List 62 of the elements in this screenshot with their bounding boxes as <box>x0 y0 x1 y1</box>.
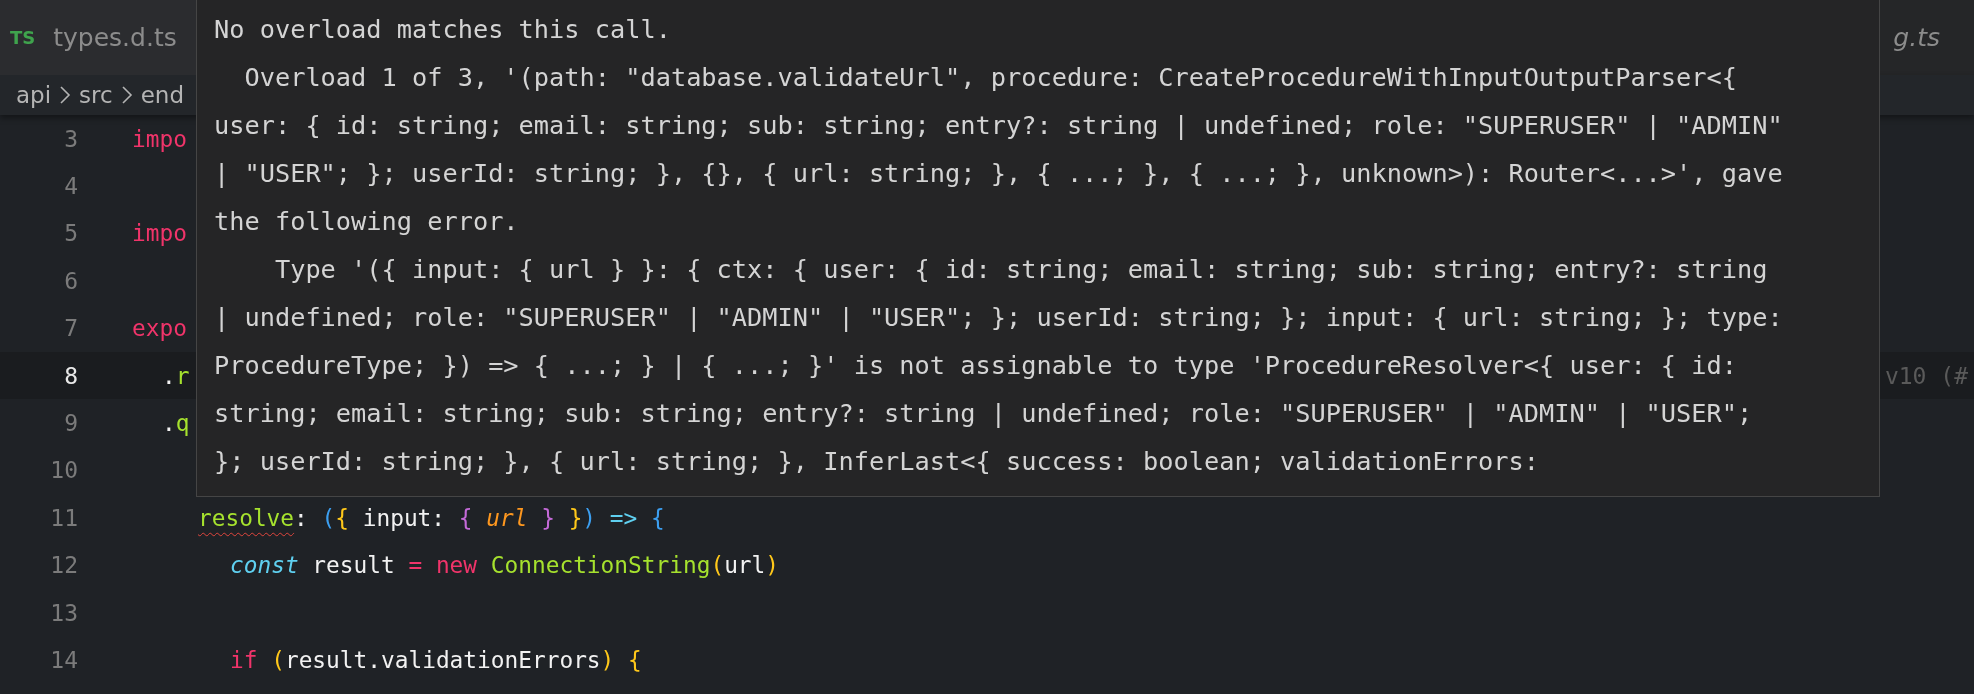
code-token: ) <box>582 504 597 531</box>
code-token: impo <box>132 125 187 152</box>
code-token: q <box>175 410 190 437</box>
code-token: if <box>230 647 259 673</box>
code-token: input: <box>361 504 447 531</box>
tooltip-text: Type '({ input: { url } }: { ctx: { user: { id: string; email: string; sub: string; entry?: string <box>273 254 1769 286</box>
code-token: . <box>162 410 176 437</box>
inline-blame: v10 (# <box>1884 362 1969 389</box>
breadcrumb-item[interactable]: src <box>79 82 113 108</box>
code-token: r <box>175 362 190 389</box>
code-token: ConnectionString <box>489 552 711 579</box>
line-number: 12 <box>49 552 78 579</box>
line-number: 9 <box>63 410 78 437</box>
code-token: impo <box>132 220 187 247</box>
code-token: { <box>458 504 473 531</box>
code-token: ( <box>271 647 285 673</box>
tab-label: g.ts <box>1893 23 1940 52</box>
code-token: ) <box>765 552 780 579</box>
line-number: 6 <box>63 267 78 294</box>
code-token: ( <box>321 504 336 531</box>
code-token: ( <box>710 552 725 579</box>
code-token: } <box>567 504 583 531</box>
tooltip-text: | "USER"; }; userId: string; }, {}, { url: string; }, { ...; }, { ...; }, unknown>): Router<...>', gave <box>214 158 1784 190</box>
code-token: result.validationErrors <box>284 647 601 673</box>
breadcrumb-item[interactable]: api <box>16 82 52 108</box>
tooltip-text: user: { id: string; email: string; sub: string; entry?: string | undefined; role: "SUPERUSER" | "ADMIN" <box>214 110 1784 142</box>
code-token: : <box>294 504 309 531</box>
code-token: } <box>541 504 555 531</box>
code-token: ) { <box>600 647 642 673</box>
tab-label: types.d.ts <box>53 23 177 52</box>
tooltip-text: | undefined; role: "SUPERUSER" | "ADMIN" | "USER"; }; userId: string; }; input: { url: string; }; type: <box>214 302 1784 334</box>
line-number: 8 <box>63 362 78 389</box>
line-number: 7 <box>63 315 78 342</box>
tooltip-text: }; userId: string; }, { url: string; }, InferLast<{ success: boolean; validationErrors: <box>214 446 1540 478</box>
line-number: 5 <box>63 220 78 247</box>
chevron-right-icon <box>59 85 72 105</box>
code-token: url <box>485 504 529 531</box>
line-number: 11 <box>49 504 78 531</box>
code-token: . <box>162 362 176 389</box>
line-number: 4 <box>63 173 78 200</box>
line-number: 13 <box>49 599 78 626</box>
chevron-right-icon <box>120 85 133 105</box>
breadcrumb-item[interactable]: end <box>140 82 184 108</box>
tooltip-text: ProcedureType; }) => { ...; } | { ...; }' is not assignable to type 'ProcedureResolver<{ user: { id: <box>214 350 1738 382</box>
tooltip-text: string; email: string; sub: string; entry?: string | undefined; role: "SUPERUSER" | "ADMIN" | "USER"; <box>214 398 1754 430</box>
editor-tab[interactable]: g.ts <box>1883 0 1968 75</box>
code-token: { <box>651 504 665 531</box>
line-number: 10 <box>49 457 78 484</box>
code-token: expo <box>132 315 187 342</box>
tooltip-text: the following error. <box>214 206 520 238</box>
tooltip-text: Overload 1 of 3, '(path: "database.validateUrl", procedure: CreateProcedureWithInputOutputParser<{ <box>243 62 1738 94</box>
code-token: => <box>608 504 639 531</box>
code-token: url <box>724 552 766 579</box>
line-number: 14 <box>49 647 78 673</box>
code-token: = new <box>408 552 478 579</box>
tooltip-text: No overload matches this call. <box>214 14 672 46</box>
code-token: const <box>230 552 299 579</box>
code-token: result <box>311 552 396 579</box>
code-token: { <box>335 504 349 531</box>
line-number: 3 <box>63 125 78 152</box>
error-code-token: resolve <box>198 504 295 531</box>
typescript-file-icon: TS <box>10 27 36 48</box>
